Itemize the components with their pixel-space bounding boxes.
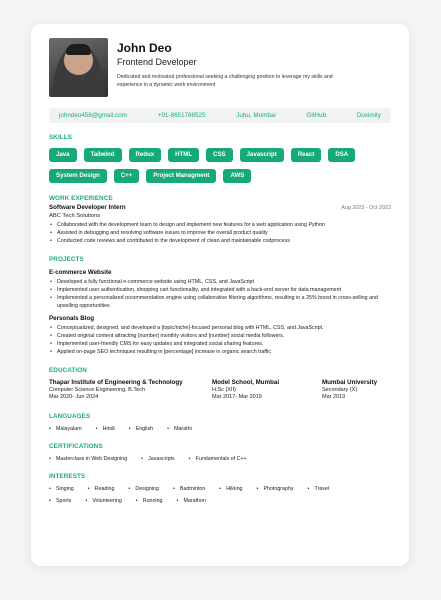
list-item: English — [129, 426, 153, 432]
list-item: Marathon — [177, 498, 206, 504]
list-item: Hindi — [96, 426, 115, 432]
list-item: Designing — [128, 486, 159, 492]
job-title: Software Developer Intern — [49, 204, 126, 211]
list-item: Applied on-page SEO techniques resulting… — [49, 348, 391, 356]
education-heading: EDUCATION — [49, 367, 87, 374]
list-item: Developed a fully functional e-commerce … — [49, 278, 391, 286]
skill-chip: DSA — [328, 148, 356, 162]
skill-chip: HTML — [168, 148, 200, 162]
skill-chip: System Design — [49, 169, 107, 183]
company-name: ABC Tech Solutions — [49, 213, 101, 219]
skill-chip: C++ — [113, 169, 140, 183]
education-item: Thapar Institute of Engineering & Techno… — [49, 379, 212, 402]
avatar — [49, 38, 108, 97]
school-name: Thapar Institute of Engineering & Techno… — [49, 379, 183, 386]
project-bullets: Conceptualized, designed, and developed … — [49, 324, 391, 356]
list-item: Collaborated with the development team t… — [49, 221, 391, 229]
list-item: Conceptualized, designed, and developed … — [49, 324, 391, 332]
list-item: Running — [136, 498, 163, 504]
list-item: Javascripts — [141, 456, 175, 462]
certifications-heading: CERTIFICATIONS — [49, 442, 103, 450]
project-name: E-commerce Website — [49, 269, 112, 276]
list-item: Implemented user authentication, shoppin… — [49, 286, 391, 294]
list-item: Marathi — [167, 426, 192, 432]
certifications-list: Masterclass in Web Designing Javascripts… — [49, 456, 379, 468]
experience-heading: WORK EXPERIENCE — [49, 195, 113, 202]
skill-chip: Redux — [128, 148, 162, 162]
contact-bar: johndeo456@gmail.com +91-8651788525 Juhu… — [49, 108, 391, 123]
interests-list: Singing Reading Designing Badminton Hikk… — [49, 486, 379, 510]
list-item: Implemented a personalized recommendatio… — [49, 294, 391, 310]
project-name: Personals Blog — [49, 315, 95, 322]
list-item: Masterclass in Web Designing — [49, 456, 127, 462]
list-item: Reading — [88, 486, 115, 492]
job-date: Aug 2023 - Oct 2023 — [341, 205, 391, 211]
list-item: Volunteering — [85, 498, 121, 504]
degree: Computer Science Engineering, B.Tech — [49, 386, 145, 393]
skill-chip: Javascript — [239, 148, 284, 162]
profile-info: John Deo Frontend Developer Dedicated an… — [117, 41, 359, 89]
education-item: Model School, Mumbai H.Sc (XII) Mar 2017… — [212, 379, 322, 402]
skill-chip: Tailwind — [83, 148, 122, 162]
list-item: Sports — [49, 498, 71, 504]
list-item: Travel — [308, 486, 330, 492]
list-item: Fundamentals of C++ — [189, 456, 247, 462]
list-item: Badminton — [173, 486, 205, 492]
experience-row: Software Developer Intern Aug 2023 - Oct… — [49, 204, 391, 211]
list-item: Photography — [257, 486, 294, 492]
skill-chip: Project Managment — [146, 169, 217, 183]
skills-heading: SKILLS — [49, 134, 72, 141]
list-item: Malayalam — [49, 426, 82, 432]
profile-role: Frontend Developer — [117, 57, 197, 67]
list-item: Conducted code reviews and contributed t… — [49, 237, 391, 245]
education-date: Mar 2017- Mar 2019 — [212, 394, 262, 401]
profile-header: John Deo Frontend Developer Dedicated an… — [49, 38, 391, 97]
contact-email-link[interactable]: johndeo456@gmail.com — [59, 112, 127, 119]
list-item: Implemented user-friendly CMS for easy u… — [49, 340, 391, 348]
contact-location: Juhu, Mumbai — [236, 112, 276, 119]
profile-name: John Deo — [117, 41, 172, 55]
degree: H.Sc (XII) — [212, 386, 236, 393]
list-item: Assisted in debugging and resolving soft… — [49, 229, 391, 237]
resume-page: John Deo Frontend Developer Dedicated an… — [31, 24, 409, 566]
skills-list: Java Tailwind Redux HTML CSS Javascript … — [49, 145, 369, 187]
school-name: Model School, Mumbai — [212, 379, 280, 386]
list-item: Created original content attracting [num… — [49, 332, 391, 340]
education-date: Mar 2019 — [322, 394, 346, 401]
degree: Secondary (X) — [322, 386, 358, 393]
list-item: Singing — [49, 486, 74, 492]
school-name: Mumbai University — [322, 379, 378, 386]
list-item: Hikkng — [219, 486, 242, 492]
contact-phone[interactable]: +91-8651788525 — [158, 112, 206, 119]
languages-list: Malayalam Hindi English Marathi — [49, 426, 379, 438]
education-date: Mar 2020- Jun 2024 — [49, 394, 99, 401]
project-bullets: Developed a fully functional e-commerce … — [49, 278, 391, 310]
contact-github-link[interactable]: GitHub — [307, 112, 327, 119]
skill-chip: AWS — [223, 169, 252, 183]
profile-summary: Dedicated and motivated professional see… — [117, 74, 333, 88]
education-item: Mumbai University Secondary (X) Mar 2019 — [322, 379, 377, 402]
skill-chip: Java — [49, 148, 77, 162]
skill-chip: React — [290, 148, 322, 162]
projects-heading: PROJECTS — [49, 256, 84, 263]
interests-heading: INTERESTS — [49, 472, 86, 480]
skill-chip: CSS — [206, 148, 233, 162]
languages-heading: LANGUAGES — [49, 412, 91, 420]
contact-doximity-link[interactable]: Doximity — [357, 112, 381, 119]
experience-bullets: Collaborated with the development team t… — [49, 221, 391, 245]
education-list: Thapar Institute of Engineering & Techno… — [49, 379, 391, 402]
